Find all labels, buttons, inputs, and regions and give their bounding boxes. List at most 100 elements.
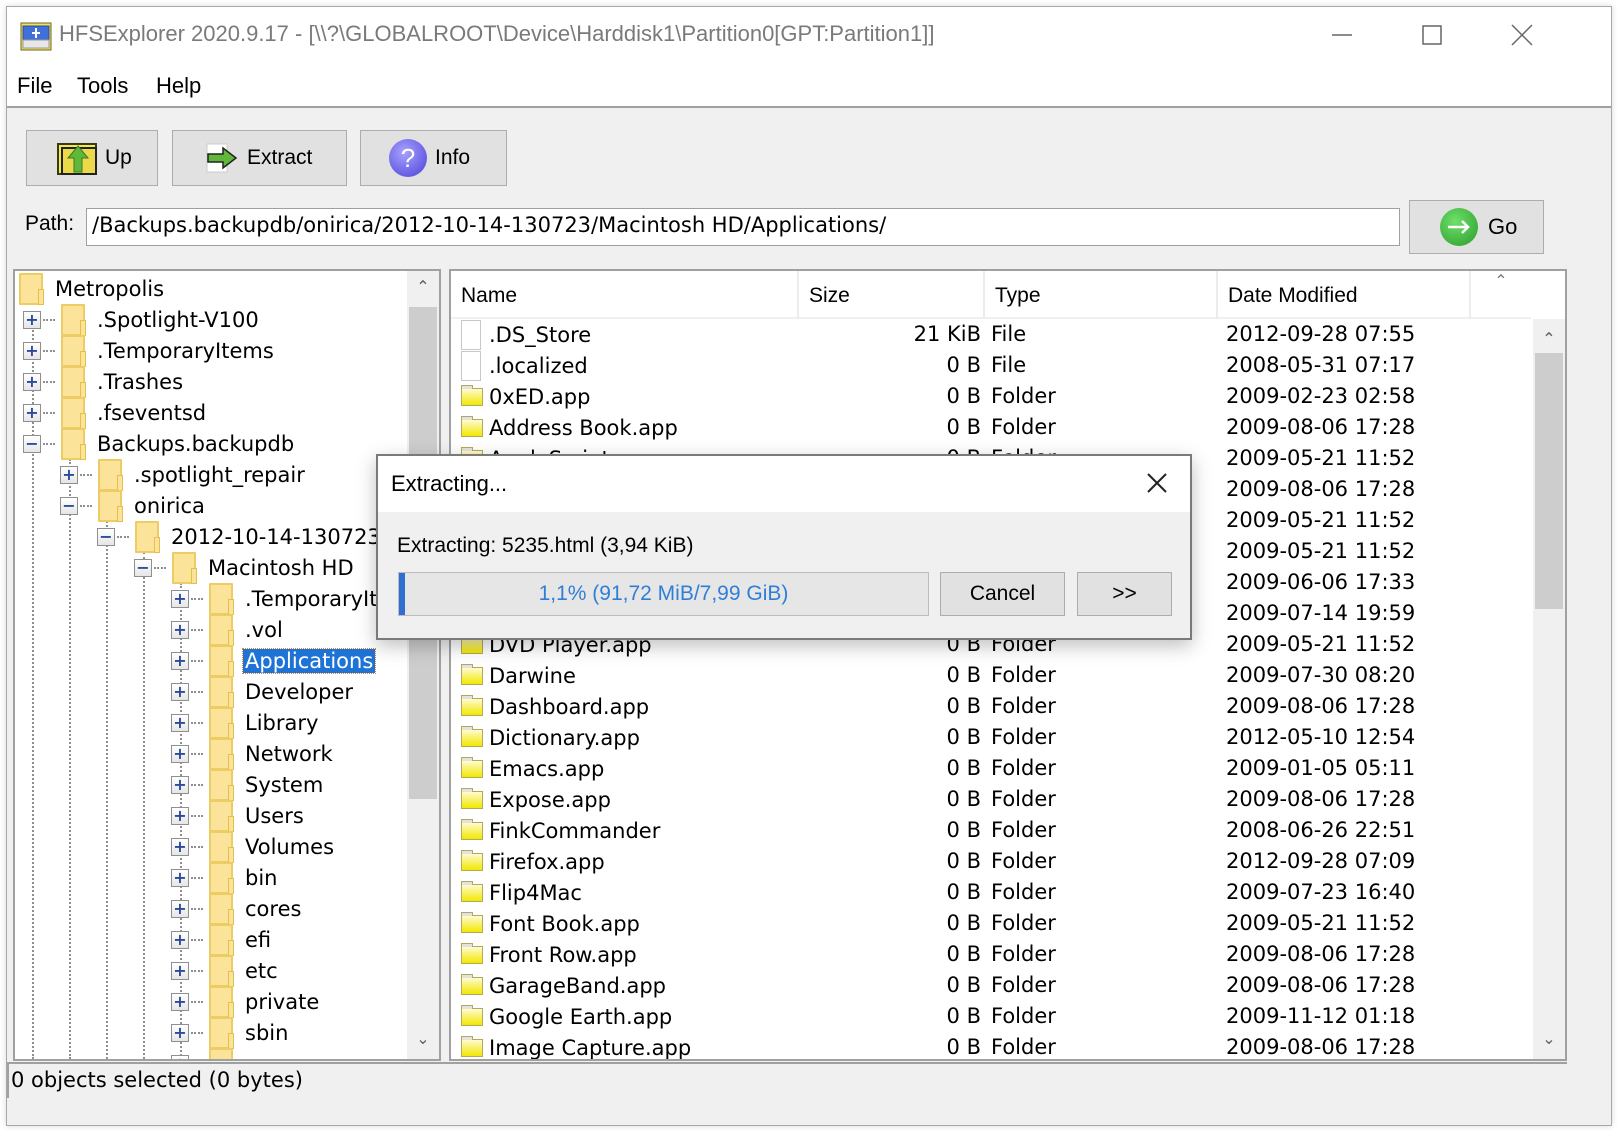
tree-node[interactable]: + Network bbox=[171, 737, 335, 770]
folder-tree[interactable]: ⌃ ⌄ Metropolis + .Spotlight-V100 + .Temporar… bbox=[13, 269, 441, 1061]
table-row[interactable]: Dictionary.app 0 B Folder 2012-05-10 12:54 bbox=[451, 722, 1531, 753]
tree-node-label[interactable]: .TemporaryItems bbox=[95, 339, 276, 363]
column-header-size[interactable]: Size bbox=[799, 271, 985, 319]
expand-plus-icon[interactable]: + bbox=[23, 372, 41, 391]
tree-node[interactable]: + etc bbox=[171, 954, 280, 987]
tree-node-label[interactable]: cores bbox=[243, 897, 303, 921]
expand-plus-icon[interactable]: + bbox=[23, 403, 41, 422]
expand-plus-icon[interactable]: + bbox=[171, 775, 189, 794]
expand-plus-icon[interactable]: + bbox=[60, 465, 78, 484]
expand-plus-icon[interactable]: + bbox=[23, 310, 41, 329]
table-row[interactable]: Firefox.app 0 B Folder 2012-09-28 07:09 bbox=[451, 846, 1531, 877]
expand-plus-icon[interactable]: + bbox=[171, 589, 189, 608]
tree-node-label[interactable]: Applications bbox=[241, 647, 377, 674]
menu-file[interactable]: File bbox=[17, 73, 52, 99]
sort-indicator-icon[interactable]: ⌃ bbox=[1471, 271, 1531, 319]
expand-plus-icon[interactable]: + bbox=[171, 868, 189, 887]
file-table[interactable]: Name Size Type Date Modified ⌃ .DS_Store… bbox=[449, 269, 1567, 1061]
tree-node[interactable]: + .TemporaryItems bbox=[23, 334, 276, 367]
table-row[interactable]: Expose.app 0 B Folder 2009-08-06 17:28 bbox=[451, 784, 1531, 815]
close-button[interactable] bbox=[1477, 7, 1567, 63]
tree-node-label[interactable]: Backups.backupdb bbox=[95, 432, 296, 456]
dialog-close-icon[interactable] bbox=[1142, 468, 1172, 498]
details-toggle-button[interactable]: >> bbox=[1077, 572, 1172, 616]
files-scrollbar[interactable]: ⌃ ⌄ bbox=[1533, 319, 1565, 1059]
tree-node-label[interactable]: bin bbox=[243, 866, 279, 890]
collapse-minus-icon[interactable]: − bbox=[134, 558, 152, 577]
info-button[interactable]: ? Info bbox=[360, 130, 507, 186]
minimize-button[interactable] bbox=[1297, 7, 1387, 63]
expand-plus-icon[interactable]: + bbox=[171, 837, 189, 856]
tree-node[interactable]: + bin bbox=[171, 861, 279, 894]
tree-node[interactable]: + sbin bbox=[171, 1016, 290, 1049]
collapse-minus-icon[interactable]: − bbox=[97, 527, 115, 546]
expand-plus-icon[interactable]: + bbox=[171, 651, 189, 670]
tree-node-label[interactable]: Users bbox=[243, 804, 306, 828]
tree-node-label[interactable]: Volumes bbox=[243, 835, 336, 859]
tree-node-label[interactable]: Network bbox=[243, 742, 335, 766]
tree-node[interactable]: + .Trashes bbox=[23, 365, 185, 398]
table-row[interactable]: Font Book.app 0 B Folder 2009-05-21 11:52 bbox=[451, 908, 1531, 939]
tree-node-label[interactable]: 2012-10-14-130723 bbox=[169, 525, 383, 549]
expand-plus-icon[interactable]: + bbox=[171, 899, 189, 918]
table-row[interactable]: Emacs.app 0 B Folder 2009-01-05 05:11 bbox=[451, 753, 1531, 784]
tree-node-label[interactable]: Metropolis bbox=[53, 277, 166, 301]
table-row[interactable]: FinkCommander 0 B Folder 2008-06-26 22:51 bbox=[451, 815, 1531, 846]
tree-node[interactable]: + Library bbox=[171, 706, 320, 739]
tree-node-label[interactable]: etc bbox=[243, 959, 280, 983]
tree-node[interactable]: − 2012-10-14-130723 bbox=[97, 520, 383, 553]
tree-node-label[interactable]: efi bbox=[243, 928, 273, 952]
tree-node[interactable]: + cores bbox=[171, 892, 303, 925]
tree-node[interactable]: + .Spotlight-V100 bbox=[23, 303, 261, 336]
table-row[interactable]: Flip4Mac 0 B Folder 2009-07-23 16:40 bbox=[451, 877, 1531, 908]
scroll-up-arrow-icon[interactable]: ⌃ bbox=[1533, 329, 1565, 348]
go-button[interactable]: Go bbox=[1409, 200, 1544, 254]
tree-node[interactable]: Metropolis bbox=[19, 272, 166, 305]
tree-node[interactable]: + System bbox=[171, 768, 325, 801]
maximize-button[interactable] bbox=[1387, 7, 1477, 63]
tree-node-label[interactable]: .vol bbox=[243, 618, 285, 642]
expand-plus-icon[interactable]: + bbox=[171, 682, 189, 701]
expand-plus-icon[interactable]: + bbox=[171, 1054, 189, 1059]
column-header-date[interactable]: Date Modified bbox=[1218, 271, 1471, 319]
table-row[interactable]: GarageBand.app 0 B Folder 2009-08-06 17:28 bbox=[451, 970, 1531, 1001]
table-row[interactable]: 0xED.app 0 B Folder 2009-02-23 02:58 bbox=[451, 381, 1531, 412]
expand-plus-icon[interactable]: + bbox=[171, 961, 189, 980]
tree-node-label[interactable]: sw bbox=[243, 1052, 275, 1060]
scroll-down-arrow-icon[interactable]: ⌄ bbox=[407, 1029, 439, 1048]
table-row[interactable]: .localized 0 B File 2008-05-31 07:17 bbox=[451, 350, 1531, 381]
extract-button[interactable]: Extract bbox=[172, 130, 347, 186]
tree-scrollbar[interactable]: ⌃ ⌄ bbox=[407, 271, 439, 1059]
table-row[interactable]: Google Earth.app 0 B Folder 2009-11-12 01:1… bbox=[451, 1001, 1531, 1032]
tree-node[interactable]: + Users bbox=[171, 799, 306, 832]
up-button[interactable]: Up bbox=[26, 130, 158, 186]
tree-node[interactable]: + .fseventsd bbox=[23, 396, 208, 429]
tree-node[interactable]: − onirica bbox=[60, 489, 207, 522]
path-input[interactable]: /Backups.backupdb/onirica/2012-10-14-130… bbox=[86, 208, 1400, 246]
expand-plus-icon[interactable]: + bbox=[171, 1023, 189, 1042]
column-header-type[interactable]: Type bbox=[985, 271, 1218, 319]
tree-node-label[interactable]: sbin bbox=[243, 1021, 290, 1045]
expand-plus-icon[interactable]: + bbox=[171, 744, 189, 763]
tree-node[interactable]: + private bbox=[171, 985, 321, 1018]
tree-node-label[interactable]: private bbox=[243, 990, 321, 1014]
collapse-minus-icon[interactable]: − bbox=[23, 434, 41, 453]
table-row[interactable]: Darwine 0 B Folder 2009-07-30 08:20 bbox=[451, 660, 1531, 691]
tree-node[interactable]: + .spotlight_repair bbox=[60, 458, 307, 491]
tree-node[interactable]: − Backups.backupdb bbox=[23, 427, 296, 460]
table-row[interactable]: Front Row.app 0 B Folder 2009-08-06 17:28 bbox=[451, 939, 1531, 970]
tree-node-label[interactable]: .Spotlight-V100 bbox=[95, 308, 261, 332]
menu-tools[interactable]: Tools bbox=[77, 73, 128, 99]
table-row[interactable]: .DS_Store 21 KiB File 2012-09-28 07:55 bbox=[451, 319, 1531, 350]
expand-plus-icon[interactable]: + bbox=[171, 713, 189, 732]
expand-plus-icon[interactable]: + bbox=[171, 992, 189, 1011]
scroll-up-arrow-icon[interactable]: ⌃ bbox=[407, 277, 439, 296]
table-row[interactable]: Dashboard.app 0 B Folder 2009-08-06 17:28 bbox=[451, 691, 1531, 722]
menu-help[interactable]: Help bbox=[156, 73, 201, 99]
tree-node[interactable]: + Applications bbox=[171, 644, 377, 677]
tree-node-label[interactable]: Library bbox=[243, 711, 320, 735]
tree-node[interactable]: − Macintosh HD bbox=[134, 551, 356, 584]
tree-node[interactable]: + .vol bbox=[171, 613, 285, 646]
expand-plus-icon[interactable]: + bbox=[171, 806, 189, 825]
column-header-name[interactable]: Name bbox=[451, 271, 799, 319]
